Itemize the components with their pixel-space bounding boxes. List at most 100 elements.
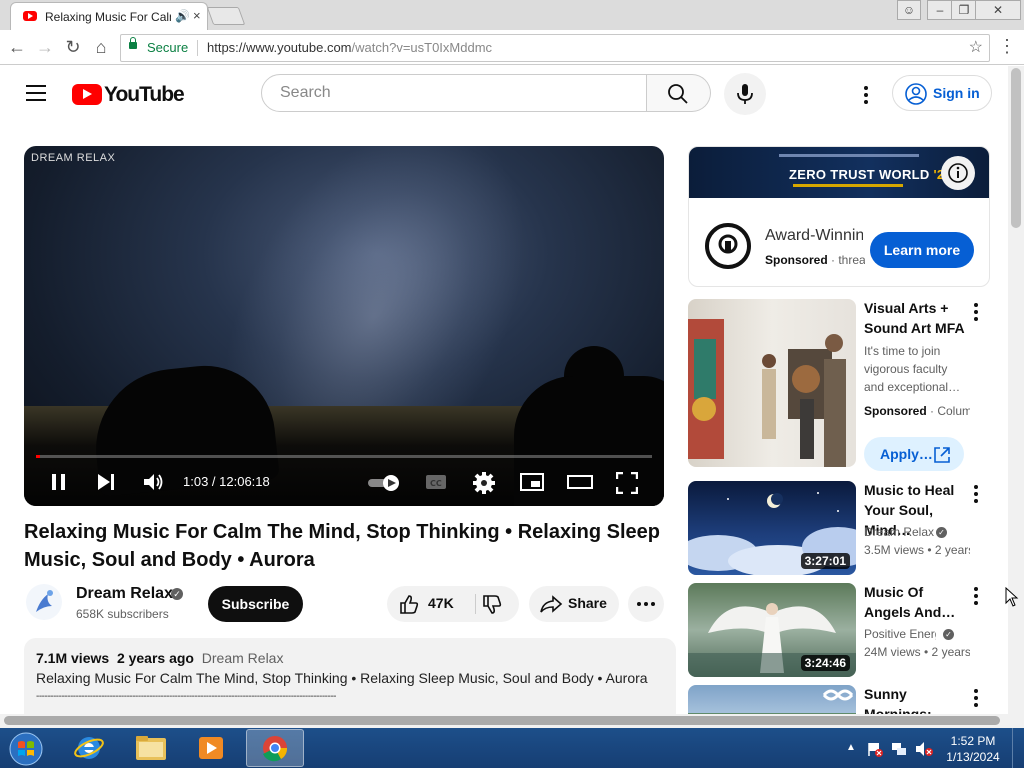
show-desktop-button[interactable] [1012,728,1024,768]
dislike-thumb-icon[interactable] [481,594,503,616]
description-text: Relaxing Music For Calm The Mind, Stop T… [36,670,648,686]
recommendation-description: It's time to join vigorous faculty and e… [864,344,961,394]
media-player-taskbar-button[interactable] [184,730,238,766]
url-path: /watch?v=usT0IxMddmc [351,40,493,55]
new-tab-button[interactable] [206,7,246,25]
recommendation-menu-icon[interactable] [974,303,978,324]
vertical-scrollbar-thumb[interactable] [1011,68,1021,228]
volume-muted-icon[interactable] [914,740,934,758]
recommendation-menu-icon[interactable] [974,485,978,506]
url-text[interactable]: https://www.youtube.com/watch?v=usT0IxMd… [207,40,492,55]
progress-bar[interactable] [36,455,652,458]
search-input[interactable] [278,83,622,103]
like-divider [475,594,476,614]
home-icon[interactable]: ⌂ [90,36,112,58]
sign-in-button[interactable]: Sign in [892,75,992,111]
fullscreen-icon[interactable] [616,472,638,494]
horizontal-scrollbar-thumb[interactable] [4,716,1000,725]
ad-title[interactable]: Award-Winning [765,227,863,245]
verified-badge-icon: ✓ [936,527,947,538]
recommendation-menu-icon[interactable] [974,587,978,608]
more-horizontal-icon [637,602,655,606]
like-count[interactable]: 47K [428,595,454,611]
recommendation-menu-icon[interactable] [974,689,978,710]
ad-info-button[interactable] [941,156,975,190]
youtube-favicon-icon [23,11,37,21]
network-icon[interactable] [890,740,908,758]
voice-search-button[interactable] [724,73,766,115]
recommendation-stats: 3.5M views • 2 years ago [864,541,970,559]
video-duration: 3:27:01 [800,553,850,569]
settings-more-icon[interactable] [856,84,876,104]
player-controls: 1:03 / 12:06:18 CC [24,464,664,506]
file-explorer-taskbar-button[interactable] [124,730,178,766]
address-bar[interactable]: Secure https://www.youtube.com/watch?v=u… [120,34,990,62]
recommendation-thumbnail[interactable] [688,299,856,467]
bookmark-star-icon[interactable]: ☆ [969,37,983,57]
reload-icon[interactable]: ↻ [62,36,84,58]
settings-gear-icon[interactable] [473,472,495,494]
forward-arrow-icon[interactable]: → [34,36,56,58]
recommendation-title[interactable]: Visual Arts + Sound Art MFA [864,298,970,338]
more-actions-button[interactable] [628,586,664,622]
channel-avatar[interactable] [26,584,62,620]
show-hidden-icons-arrow[interactable]: ▲ [846,742,856,753]
sponsored-label: Sponsored [864,404,927,418]
close-window-button[interactable]: ✕ [975,0,1021,20]
autoplay-toggle-icon[interactable] [368,474,402,492]
sponsored-label: Sponsored [765,253,828,267]
recommendation-thumbnail[interactable]: 3:27:01 [688,481,856,575]
next-video-icon[interactable] [96,472,116,492]
url-host: https://www.youtube.com [207,40,352,55]
theater-mode-icon[interactable] [567,472,593,492]
minimize-window-button[interactable]: – [927,0,953,20]
audio-playing-icon[interactable]: 🔊 [175,9,190,23]
ad-sponsored-line: Sponsored · threatlocker.com [765,253,865,267]
apply-button[interactable]: Apply… [864,437,964,471]
system-clock[interactable]: 1:52 PM 1/13/2024 [940,733,1006,765]
browser-tab-title: Relaxing Music For Calm The Mind, Stop T… [45,10,171,24]
video-duration: 3:24:46 [800,655,850,671]
chrome-menu-icon[interactable]: ⋮ [998,36,1016,57]
miniplayer-icon[interactable] [520,472,544,492]
chrome-icon [263,736,288,762]
search-icon [668,84,688,104]
learn-more-button[interactable]: Learn more [870,232,974,268]
recommendation-age: • 2 years ago [927,543,970,557]
recommendation-thumbnail[interactable]: 3:24:46 [688,583,856,677]
advertiser-logo-icon[interactable] [705,223,751,269]
volume-icon[interactable] [142,472,164,492]
ad-banner[interactable]: ZERO TRUST WORLD '24 [689,147,989,198]
internet-explorer-icon [74,737,104,759]
start-button[interactable] [4,729,46,767]
restore-window-button[interactable]: ❐ [951,0,977,20]
hamburger-menu-icon[interactable] [26,85,46,101]
description-divider: ----------------------------------------… [36,691,336,702]
back-arrow-icon[interactable]: ← [6,36,28,58]
sponsored-ad-card[interactable]: ZERO TRUST WORLD '24 Award-Winning Spons… [688,146,990,287]
action-center-flag-icon[interactable] [866,740,884,758]
recommendation-channel[interactable]: Positive Energy [864,625,936,643]
recommendation-advertiser: · Columbia [930,404,970,418]
pause-icon[interactable] [50,472,70,492]
share-button[interactable]: Share [529,586,619,622]
recommendation-channel[interactable]: Dream Relax [864,523,970,541]
search-box [261,74,647,112]
browser-tab[interactable]: Relaxing Music For Calm The Mind, Stop T… [10,2,208,31]
captions-icon[interactable]: CC [425,473,447,491]
channel-name[interactable]: Dream Relax [76,585,173,603]
subscribe-button[interactable]: Subscribe [208,586,303,622]
sponsor-separator: · [827,253,839,267]
user-profile-icon[interactable]: ☺ [897,0,921,20]
internet-explorer-taskbar-button[interactable] [62,730,116,766]
ad-banner-title: ZERO TRUST WORLD '24 [789,167,952,182]
video-player[interactable]: DREAM RELAX 1:03 / 12:06:18 CC [24,146,664,506]
recommendation-title[interactable]: Music Of Angels And… [864,582,970,622]
ad-banner-prefix: ZERO TRUST WORLD [789,167,930,182]
recommendation-sponsor-line: Sponsored · Columbia [864,402,970,420]
chrome-taskbar-button[interactable] [246,729,304,767]
clock-time: 1:52 PM [950,734,996,748]
like-thumb-icon[interactable] [398,593,420,615]
tab-close-icon[interactable]: × [193,8,201,23]
search-button[interactable] [647,74,711,112]
